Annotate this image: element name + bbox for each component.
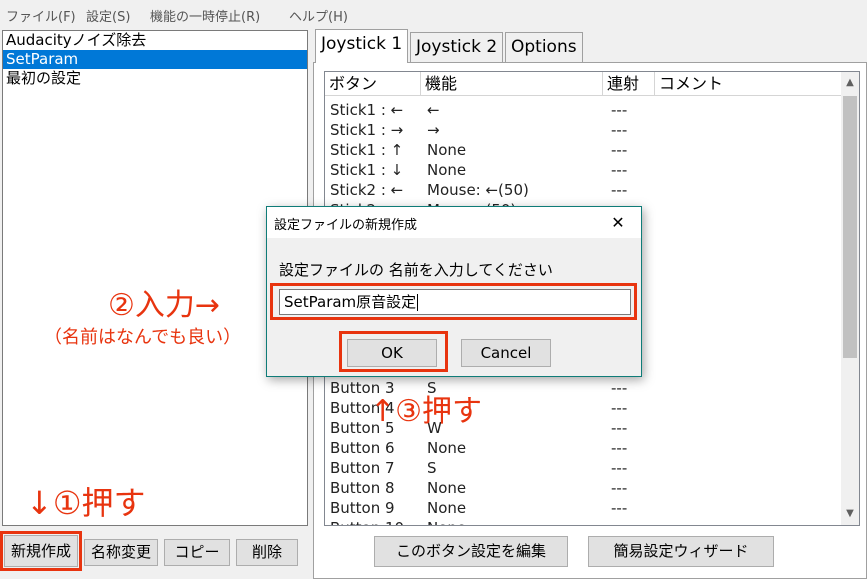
cell-button: Button 7 (330, 459, 395, 477)
cell-rapid: --- (611, 141, 628, 159)
grid-header: ボタン 機能 連射 コメント (325, 72, 841, 96)
header-button[interactable]: ボタン (325, 72, 421, 96)
cell-button: Button 10 (330, 518, 404, 525)
cancel-button[interactable]: Cancel (461, 339, 551, 367)
cell-rapid: --- (611, 161, 628, 179)
table-row[interactable]: Button 7 S --- (325, 458, 835, 478)
cell-function: None (427, 518, 466, 525)
header-comment[interactable]: コメント (655, 72, 841, 96)
header-rapid[interactable]: 連射 (603, 72, 655, 96)
dialog-prompt: 設定ファイルの 名前を入力してください (279, 261, 553, 279)
cell-function: None (427, 141, 467, 159)
tab-options[interactable]: Options (505, 32, 583, 62)
cell-function: None (427, 439, 467, 457)
scroll-up-icon[interactable]: ▲ (841, 74, 859, 92)
cell-function: None (427, 479, 467, 497)
delete-profile-button[interactable]: 削除 (236, 539, 298, 566)
dialog-titlebar: 設定ファイルの新規作成 ✕ (267, 207, 641, 238)
cell-rapid: --- (611, 479, 628, 497)
annotation-step2: ②入力→ (108, 288, 221, 323)
cell-button: Stick1 : ↑ (330, 141, 404, 159)
cell-function: Mouse: ←(50) (427, 181, 529, 199)
cell-rapid: --- (611, 121, 628, 139)
cell-button: Button 8 (330, 479, 395, 497)
menu-file[interactable]: ファイル(F) (6, 6, 76, 25)
table-row[interactable]: Stick1 : ↓ None --- (325, 160, 835, 180)
cell-function: ← (427, 101, 440, 119)
cell-rapid: --- (611, 518, 627, 525)
grid-rows-top: Stick1 : ← ← --- Stick1 : → → --- Stick1 : ↑… (325, 100, 835, 220)
dialog-title: 設定ファイルの新規作成 (274, 218, 418, 233)
header-function[interactable]: 機能 (421, 72, 603, 96)
vertical-scrollbar[interactable]: ▲ ▼ (841, 72, 859, 525)
tab-joystick-1[interactable]: Joystick 1 (315, 29, 409, 63)
menu-bar: ファイル(F) 設定(S) 機能の一時停止(R) ヘルプ(H) (0, 0, 867, 28)
cell-function: S (427, 459, 437, 477)
scroll-down-icon[interactable]: ▼ (841, 505, 859, 523)
cell-function: → (427, 121, 440, 139)
menu-settings[interactable]: 設定(S) (86, 6, 130, 25)
profile-item-initial[interactable]: 最初の設定 (3, 69, 307, 88)
scroll-thumb[interactable] (843, 96, 857, 358)
cell-rapid: --- (611, 379, 628, 397)
table-row[interactable]: Stick1 : ← ← --- (325, 100, 835, 120)
highlight-ok-button (339, 331, 448, 372)
table-row[interactable]: Stick1 : ↑ None --- (325, 140, 835, 160)
cell-rapid: --- (611, 399, 628, 417)
easy-setup-wizard-button[interactable]: 簡易設定ウィザード (588, 536, 774, 567)
cell-button: Stick2 : ← (330, 181, 404, 199)
edit-button-setting-button[interactable]: このボタン設定を編集 (374, 536, 568, 567)
copy-profile-button[interactable]: コピー (164, 539, 230, 566)
dialog-button-area: OK Cancel (267, 328, 641, 376)
menu-pause[interactable]: 機能の一時停止(R) (150, 6, 260, 25)
close-icon[interactable]: ✕ (595, 207, 641, 238)
table-row[interactable]: Stick2 : ← Mouse: ←(50) --- (325, 180, 835, 200)
cell-rapid: --- (611, 499, 628, 517)
highlight-input (270, 283, 637, 320)
menu-help[interactable]: ヘルプ(H) (289, 6, 348, 25)
tab-joystick-2[interactable]: Joystick 2 (410, 32, 504, 62)
cell-rapid: --- (611, 439, 628, 457)
annotation-step3: ↑③押す (370, 394, 483, 429)
table-row[interactable]: Button 9 None --- (325, 498, 835, 518)
cell-button: Stick1 : ↓ (330, 161, 404, 179)
cell-button: Button 9 (330, 499, 395, 517)
table-row[interactable]: Button 8 None --- (325, 478, 835, 498)
cell-button: Stick1 : ← (330, 101, 404, 119)
annotation-step1: ↓①押す (26, 484, 146, 522)
table-row[interactable]: Stick1 : → → --- (325, 120, 835, 140)
cell-rapid: --- (611, 419, 628, 437)
cell-rapid: --- (611, 181, 628, 199)
annotation-step2-note: （名前はなんでも良い） (44, 327, 242, 348)
cell-function: None (427, 161, 467, 179)
cell-rapid: --- (611, 101, 628, 119)
cell-button: Stick1 : → (330, 121, 404, 139)
cell-function: None (427, 499, 467, 517)
table-row[interactable]: Button 6 None --- (325, 438, 835, 458)
table-row[interactable]: Button 10 None --- (325, 518, 835, 525)
profile-item-audacity[interactable]: Audacityノイズ除去 (3, 31, 307, 50)
profile-list[interactable]: Audacityノイズ除去 SetParam 最初の設定 (2, 30, 308, 526)
cell-rapid: --- (611, 459, 628, 477)
cell-button: Button 6 (330, 439, 395, 457)
highlight-new-button (0, 531, 82, 571)
profile-item-setparam[interactable]: SetParam (3, 50, 307, 69)
rename-profile-button[interactable]: 名称変更 (84, 539, 158, 566)
